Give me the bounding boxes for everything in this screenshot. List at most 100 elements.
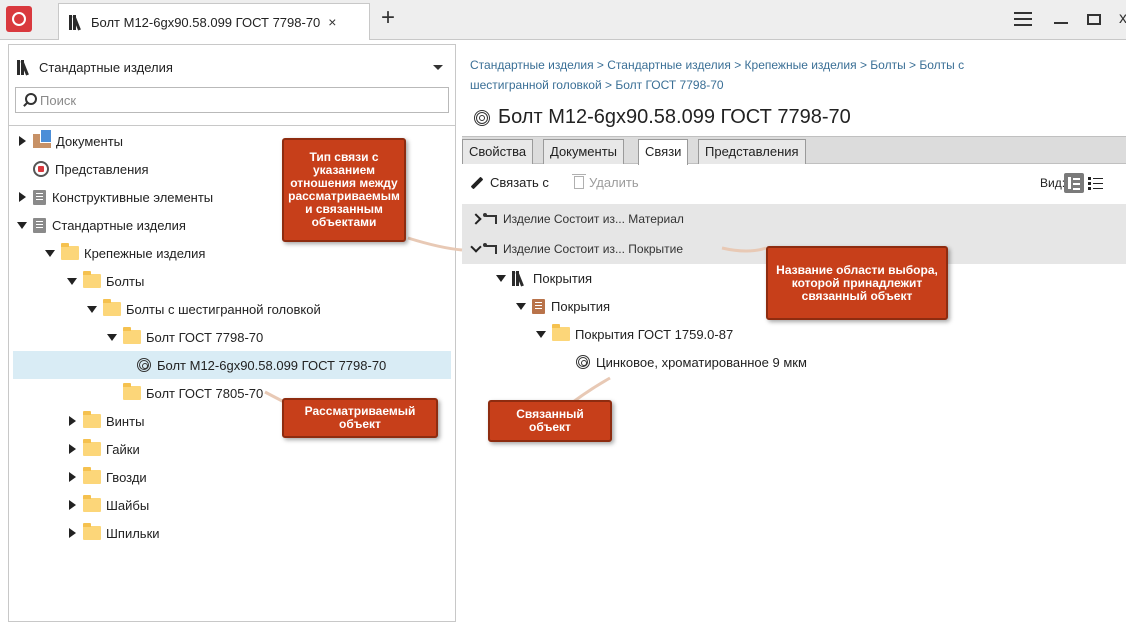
toolbar: Связать с Удалить Вид:: [462, 166, 1126, 202]
expand-icon[interactable]: [17, 136, 27, 146]
tree-view-icon[interactable]: [1064, 173, 1084, 193]
expand-icon[interactable]: [67, 500, 77, 510]
linked-tree-library[interactable]: Покрытия: [496, 265, 592, 291]
view-label: Вид:: [1040, 176, 1066, 190]
document-tab[interactable]: Болт М12-6gx90.58.099 ГОСТ 7798-70 ×: [58, 3, 370, 40]
relation-link-icon: [483, 242, 497, 254]
folder-icon: [83, 439, 101, 456]
tree-item-structural-elements[interactable]: Конструктивные элементы: [17, 183, 213, 211]
close-window-button[interactable]: x: [1108, 8, 1126, 32]
chevron-right-icon[interactable]: [470, 213, 482, 225]
breadcrumb-line[interactable]: шестигранной головкой > Болт ГОСТ 7798-7…: [470, 75, 1110, 95]
library-selector[interactable]: Стандартные изделия: [17, 57, 447, 77]
delete-label: Удалить: [589, 175, 639, 190]
tree-item-standard-parts[interactable]: Стандартные изделия: [17, 211, 186, 239]
tree-item-hex-bolts[interactable]: Болты с шестигранной головкой: [87, 295, 321, 323]
tree-item-label: Болт ГОСТ 7798-70: [146, 329, 264, 345]
library-icon: [17, 59, 33, 76]
minimize-button[interactable]: [1046, 8, 1076, 32]
folder-icon: [103, 299, 121, 316]
expand-icon[interactable]: [67, 416, 77, 426]
collapse-icon[interactable]: [107, 332, 117, 342]
folder-icon: [123, 327, 141, 344]
tree-item-bolt-m12-selected[interactable]: Болт М12-6gx90.58.099 ГОСТ 7798-70: [13, 351, 451, 379]
tree-item-label: Цинковое, хроматированное 9 мкм: [596, 354, 807, 370]
maximize-button[interactable]: [1079, 8, 1109, 32]
folder-icon: [83, 271, 101, 288]
linked-tree-object[interactable]: Цинковое, хроматированное 9 мкм: [576, 349, 807, 375]
expand-icon[interactable]: [67, 528, 77, 538]
expand-icon[interactable]: [17, 192, 27, 202]
tree-item-nails[interactable]: Гвозди: [67, 463, 147, 491]
tree-item-nuts[interactable]: Гайки: [67, 435, 140, 463]
list-view-icon[interactable]: [1086, 173, 1106, 193]
expand-icon[interactable]: [67, 472, 77, 482]
search-input[interactable]: [40, 92, 440, 108]
tree-item-representations[interactable]: Представления: [17, 155, 149, 183]
chevron-down-icon[interactable]: [470, 241, 482, 253]
tree-item-label: Покрытия: [551, 298, 611, 314]
callout-text: Связанный объект: [516, 407, 584, 434]
app-logo-icon: [6, 6, 32, 32]
folder-icon: [83, 523, 101, 540]
page-title-text: Болт М12-6gx90.58.099 ГОСТ 7798-70: [498, 106, 851, 128]
documents-folder-icon: [33, 129, 52, 148]
expand-icon[interactable]: [67, 444, 77, 454]
collapse-icon[interactable]: [536, 329, 546, 339]
search-box[interactable]: [15, 87, 449, 113]
tree-item-documents[interactable]: Документы: [17, 127, 123, 155]
callout-text: Тип связи с указанием отношения между ра…: [288, 150, 400, 229]
collapse-icon[interactable]: [17, 220, 27, 230]
callout-considered-object: Рассматриваемый объект: [282, 398, 438, 438]
delete-button[interactable]: Удалить: [572, 174, 639, 190]
tab-properties[interactable]: Свойства: [462, 139, 534, 164]
relation-link-icon: [483, 212, 497, 224]
collapse-icon[interactable]: [496, 273, 506, 283]
tree-item-studs[interactable]: Шпильки: [67, 519, 160, 547]
divider: [9, 125, 455, 126]
collapse-icon[interactable]: [67, 276, 77, 286]
catalog-icon: [33, 189, 46, 205]
collapse-icon[interactable]: [516, 301, 526, 311]
details-panel: Стандартные изделия > Стандартные издели…: [462, 44, 1126, 624]
tree-item-washers[interactable]: Шайбы: [67, 491, 149, 519]
representation-icon: [33, 161, 49, 177]
tree-item-bolts[interactable]: Болты: [67, 267, 144, 295]
link-with-button[interactable]: Связать с: [470, 175, 549, 190]
collapse-icon[interactable]: [45, 248, 55, 258]
tab-documents[interactable]: Документы: [543, 139, 625, 164]
catalog-icon: [33, 217, 46, 233]
breadcrumb[interactable]: Стандартные изделия > Стандартные издели…: [470, 55, 1110, 95]
page-title: Болт М12-6gx90.58.099 ГОСТ 7798-70: [474, 106, 851, 129]
chevron-down-icon[interactable]: [433, 65, 443, 70]
linked-tree-folder[interactable]: Покрытия ГОСТ 1759.0-87: [536, 321, 733, 347]
tree-item-label: Стандартные изделия: [52, 217, 186, 233]
library-icon: [512, 270, 528, 287]
tree-item-fasteners[interactable]: Крепежные изделия: [45, 239, 205, 267]
tree-item-label: Болт М12-6gx90.58.099 ГОСТ 7798-70: [157, 357, 387, 373]
relation-label: Изделие Состоит из... Материал: [503, 212, 684, 226]
callout-text: Название области выбора, которой принадл…: [776, 262, 938, 303]
tree-item-bolt-7805[interactable]: Болт ГОСТ 7805-70: [123, 379, 263, 407]
hamburger-menu-icon[interactable]: [1008, 8, 1038, 32]
relation-row-material[interactable]: Изделие Состоит из... Материал: [462, 204, 1126, 234]
tab-representations[interactable]: Представления: [698, 139, 806, 164]
tab-bar: Свойства Документы Связи Представления: [462, 136, 1126, 165]
tree-item-bolt-7798[interactable]: Болт ГОСТ 7798-70: [107, 323, 263, 351]
tree-item-label: Болты: [106, 273, 145, 289]
callout-text: Рассматриваемый объект: [304, 404, 416, 431]
new-tab-button[interactable]: +: [374, 5, 402, 33]
pencil-icon: [470, 176, 484, 189]
folder-icon: [83, 495, 101, 512]
tree-item-screws[interactable]: Винты: [67, 407, 144, 435]
tree-item-label: Покрытия: [533, 270, 593, 286]
breadcrumb-line[interactable]: Стандартные изделия > Стандартные издели…: [470, 55, 1110, 75]
tab-close-icon[interactable]: ×: [328, 14, 336, 30]
linked-tree-catalog[interactable]: Покрытия: [516, 293, 610, 319]
part-gear-icon: [576, 355, 590, 369]
tree-item-label: Болт ГОСТ 7805-70: [146, 385, 264, 401]
library-panel: Стандартные изделия Документы Представле…: [8, 44, 456, 622]
collapse-icon[interactable]: [87, 304, 97, 314]
tab-relations[interactable]: Связи: [638, 139, 689, 165]
tree-item-label: Документы: [56, 133, 124, 149]
